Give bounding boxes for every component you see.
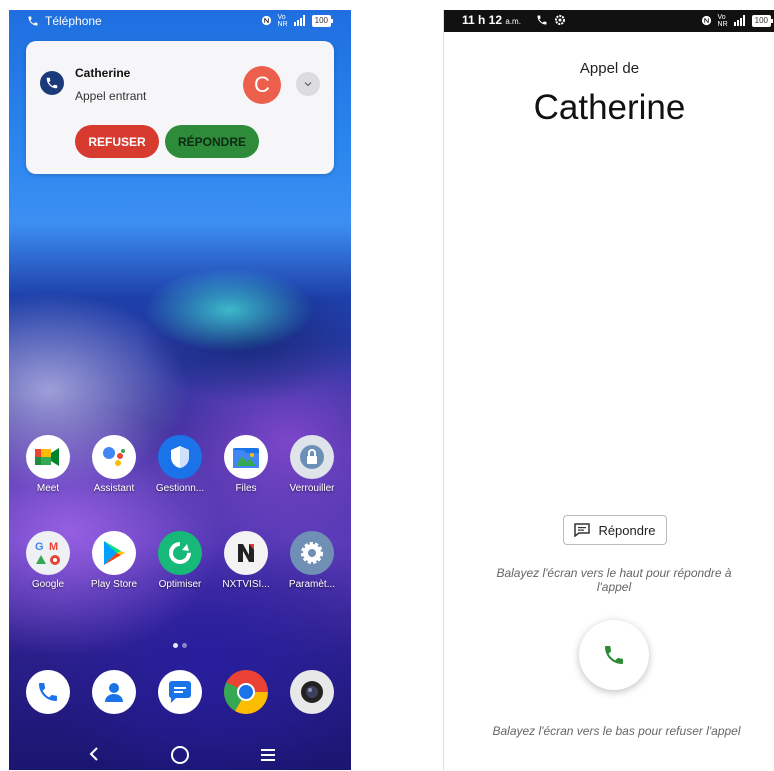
notification-caller-name: Catherine [75, 66, 131, 80]
dock-messages[interactable] [147, 670, 213, 718]
caller-name: Catherine [533, 88, 686, 127]
battery-icon: 100 [311, 15, 334, 27]
app-parametres[interactable]: Paramèt... [279, 531, 345, 590]
reply-with-message-button[interactable]: Répondre [563, 515, 667, 545]
dock-phone[interactable] [15, 670, 81, 718]
answer-button[interactable]: RÉPONDRE [165, 125, 259, 158]
swipe-answer-button[interactable] [579, 620, 649, 690]
shield-icon [158, 435, 202, 479]
volte-icon: Vo NR [717, 14, 728, 28]
incoming-call-notification[interactable]: Catherine Appel entrant C REFUSER RÉPOND… [26, 41, 334, 174]
nfc-icon [261, 15, 272, 28]
phone-icon [27, 15, 39, 30]
app-google-folder[interactable]: GM Google [15, 531, 81, 590]
recents-icon[interactable] [261, 748, 275, 766]
app-verrouiller[interactable]: Verrouiller [279, 435, 345, 494]
battery-icon: 100 [751, 15, 774, 27]
status-app-name: Téléphone [45, 14, 102, 28]
home-screen: Téléphone Vo NR 100 Catherine Appel entra… [9, 10, 351, 770]
message-icon [574, 523, 591, 537]
status-left-icons [536, 14, 566, 29]
app-meet[interactable]: Meet [15, 435, 81, 494]
meet-icon [26, 435, 70, 479]
call-icon [40, 71, 64, 95]
dock-chrome[interactable] [213, 670, 279, 718]
play-store-icon [92, 531, 136, 575]
caller-avatar: C [243, 66, 281, 104]
app-gestionnaire[interactable]: Gestionn... [147, 435, 213, 494]
svg-text:G: G [35, 541, 44, 553]
expand-button[interactable] [296, 72, 320, 96]
dock-contacts[interactable] [81, 670, 147, 718]
refuse-button[interactable]: REFUSER [75, 125, 159, 158]
phone-icon [605, 646, 623, 664]
chevron-down-icon [304, 82, 312, 87]
page-indicator [173, 643, 187, 648]
swipe-down-hint: Balayez l'écran vers le bas pour refuser… [492, 724, 741, 738]
status-bar: Téléphone Vo NR 100 [9, 10, 351, 32]
status-icons: Vo NR 100 [261, 14, 334, 28]
optimiser-icon [158, 531, 202, 575]
status-bar: 11 h 12 a.m. Vo NR 100 [444, 10, 774, 32]
app-nxtvision[interactable]: NXTVISI... [213, 531, 279, 590]
camera-icon [290, 670, 334, 714]
nxtvision-icon [224, 531, 268, 575]
swipe-up-hint: Balayez l'écran vers le haut pour répond… [496, 566, 732, 594]
status-icons: Vo NR 100 [701, 14, 774, 28]
home-icon[interactable] [171, 746, 189, 764]
messages-icon [158, 670, 202, 714]
reply-button-label: Répondre [598, 522, 656, 538]
navigation-bar [9, 740, 351, 770]
incoming-call-screen: 11 h 12 a.m. Vo NR 100 Appel de Catherine… [443, 10, 774, 770]
signal-icon [293, 14, 306, 28]
lock-icon [290, 435, 334, 479]
app-play-store[interactable]: Play Store [81, 531, 147, 590]
contacts-icon [92, 670, 136, 714]
status-time: 11 h 12 a.m. [462, 13, 521, 27]
call-from-label: Appel de [579, 60, 640, 77]
volte-icon: Vo NR [277, 14, 288, 28]
gear-icon [554, 14, 566, 29]
assistant-icon [92, 435, 136, 479]
signal-icon [733, 14, 746, 28]
phone-app-icon [26, 670, 70, 714]
gear-icon [290, 531, 334, 575]
files-icon [224, 435, 268, 479]
svg-text:M: M [49, 541, 58, 553]
notification-subtitle: Appel entrant [75, 89, 147, 103]
nfc-icon [701, 15, 712, 28]
chrome-icon [224, 670, 268, 714]
back-icon[interactable] [87, 746, 101, 767]
phone-icon [536, 14, 548, 29]
google-folder-icon: GM [26, 531, 70, 575]
app-files[interactable]: Files [213, 435, 279, 494]
app-assistant[interactable]: Assistant [81, 435, 147, 494]
app-optimiser[interactable]: Optimiser [147, 531, 213, 590]
dock-camera[interactable] [279, 670, 345, 718]
